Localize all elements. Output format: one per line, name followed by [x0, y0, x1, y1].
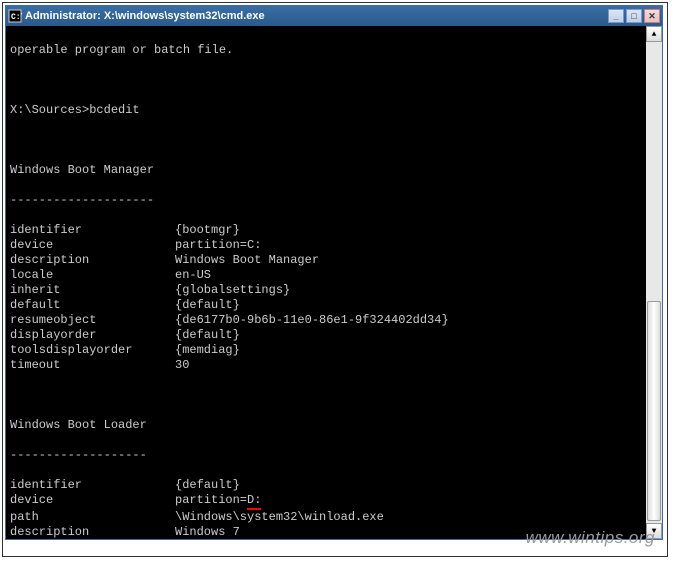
close-button[interactable]: ✕: [644, 9, 660, 23]
divider: --------------------: [10, 193, 658, 208]
output-row: localeen-US: [10, 268, 658, 283]
config-value: {globalsettings}: [175, 283, 290, 297]
config-key: device: [10, 238, 175, 253]
output-row: displayorder{default}: [10, 328, 658, 343]
section-header: Windows Boot Loader: [10, 418, 658, 433]
section-header: Windows Boot Manager: [10, 163, 658, 178]
config-value: {de6177b0-9b6b-11e0-86e1-9f324402dd34}: [175, 313, 449, 327]
config-value: en-US: [175, 268, 211, 282]
config-value: 30: [175, 358, 189, 372]
config-key: device: [10, 493, 175, 508]
output-line: operable program or batch file.: [10, 43, 658, 58]
output-row: identifier{bootmgr}: [10, 223, 658, 238]
output-line: [10, 388, 658, 403]
config-value: Windows Boot Manager: [175, 253, 319, 267]
output-line: [10, 73, 658, 88]
config-key: inherit: [10, 283, 175, 298]
scrollbar-thumb[interactable]: [647, 301, 661, 521]
output-row: devicepartition=D:: [10, 493, 658, 510]
highlighted-text: D:: [247, 493, 261, 510]
config-key: identifier: [10, 478, 175, 493]
output-row: timeout30: [10, 358, 658, 373]
config-key: displayorder: [10, 328, 175, 343]
config-key: identifier: [10, 223, 175, 238]
config-value: partition=D:: [175, 493, 261, 507]
window-title: Administrator: X:\windows\system32\cmd.e…: [25, 10, 608, 22]
cmd-window: C:\ Administrator: X:\windows\system32\c…: [5, 5, 663, 540]
config-value: Windows 7: [175, 525, 240, 539]
config-value: partition=C:: [175, 238, 261, 252]
config-value: {bootmgr}: [175, 223, 240, 237]
prompt-line: X:\Sources>bcdedit: [10, 103, 658, 118]
window-controls: _ □ ✕: [608, 9, 660, 23]
output-line: [10, 133, 658, 148]
config-key: resumeobject: [10, 313, 175, 328]
config-key: description: [10, 253, 175, 268]
config-key: locale: [10, 268, 175, 283]
config-value: \Windows\system32\winload.exe: [175, 510, 384, 524]
output-row: toolsdisplayorder{memdiag}: [10, 343, 658, 358]
output-row: path\Windows\system32\winload.exe: [10, 510, 658, 525]
watermark: www.wintips.org: [526, 528, 655, 548]
svg-text:C:\: C:\: [11, 13, 22, 22]
output-row: devicepartition=C:: [10, 238, 658, 253]
config-key: description: [10, 525, 175, 539]
config-value: {default}: [175, 478, 240, 492]
scroll-up-button[interactable]: ▲: [646, 26, 662, 42]
config-value: {default}: [175, 298, 240, 312]
maximize-button[interactable]: □: [626, 9, 642, 23]
config-key: timeout: [10, 358, 175, 373]
output-row: identifier{default}: [10, 478, 658, 493]
config-value: {default}: [175, 328, 240, 342]
cmd-icon: C:\: [8, 9, 22, 23]
scrollbar[interactable]: ▲ ▼: [646, 26, 662, 539]
output-row: descriptionWindows Boot Manager: [10, 253, 658, 268]
scrollbar-track[interactable]: [646, 42, 662, 523]
output-row: default{default}: [10, 298, 658, 313]
config-value: {memdiag}: [175, 343, 240, 357]
config-key: default: [10, 298, 175, 313]
config-key: toolsdisplayorder: [10, 343, 175, 358]
config-key: path: [10, 510, 175, 525]
divider: -------------------: [10, 448, 658, 463]
output-row: inherit{globalsettings}: [10, 283, 658, 298]
terminal-output: operable program or batch file. X:\Sourc…: [6, 26, 662, 539]
minimize-button[interactable]: _: [608, 9, 624, 23]
output-row: resumeobject{de6177b0-9b6b-11e0-86e1-9f3…: [10, 313, 658, 328]
title-bar[interactable]: C:\ Administrator: X:\windows\system32\c…: [6, 6, 662, 26]
